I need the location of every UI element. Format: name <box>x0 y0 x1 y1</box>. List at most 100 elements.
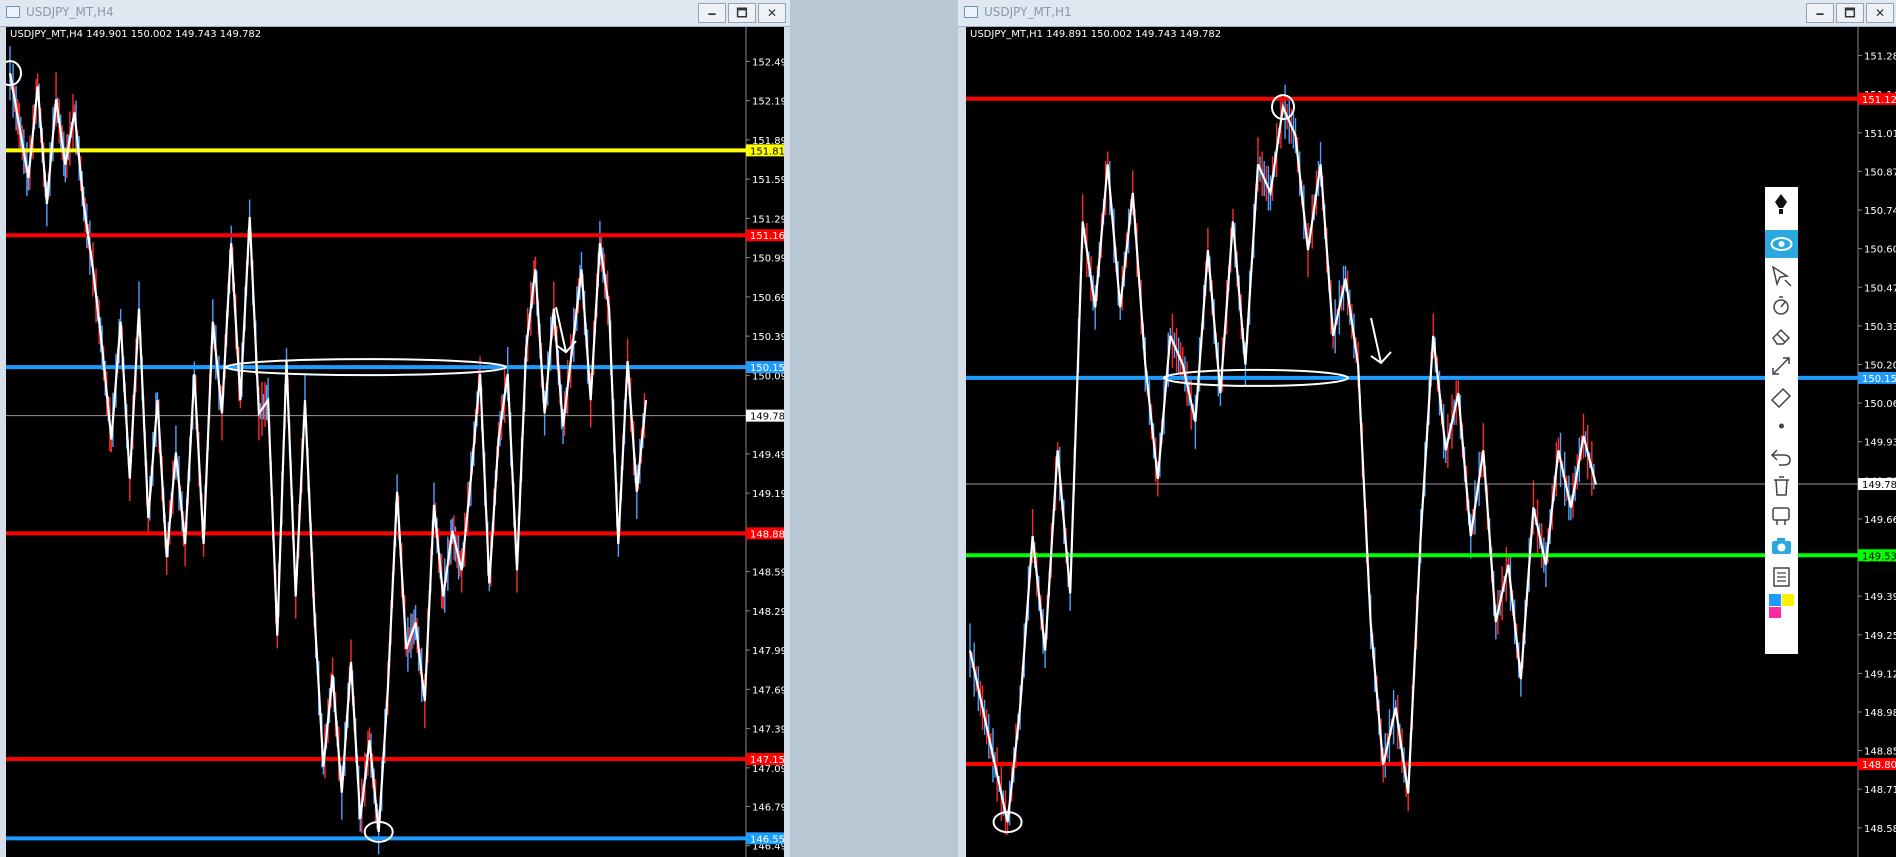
palette-icon <box>1769 594 1794 618</box>
y-tick-label: 149.120 <box>1864 669 1896 680</box>
level-price-label: 148.803 <box>1862 760 1896 771</box>
annotation-arrow <box>555 306 577 354</box>
level-price-label: 151.810 <box>750 146 784 157</box>
y-tick-label: 147.390 <box>752 725 784 736</box>
ruler-icon <box>1770 387 1792 408</box>
maximize-icon: 🗖 <box>1844 6 1856 20</box>
chart-window-h4: USDJPY_MT,H4 🗕 🗖 ✕ 152.490152.190151.890… <box>0 0 790 857</box>
eraser-icon <box>1772 328 1791 345</box>
y-tick-label: 149.190 <box>752 489 784 500</box>
resize-tool-button[interactable] <box>1765 351 1798 379</box>
drawing-toolbar <box>1765 187 1798 654</box>
clipboard-button[interactable] <box>1765 561 1798 589</box>
price-zigzag-line <box>968 103 1598 823</box>
maximize-button[interactable]: 🗖 <box>728 3 756 23</box>
pen-tool-button[interactable] <box>1765 189 1798 217</box>
y-tick-label: 148.985 <box>1864 708 1896 719</box>
y-tick-label: 150.605 <box>1864 245 1896 256</box>
trash-icon <box>1774 476 1789 496</box>
y-tick-label: 152.490 <box>752 57 784 68</box>
close-icon: ✕ <box>766 6 778 20</box>
minimize-button[interactable]: 🗕 <box>1806 3 1834 23</box>
y-tick-label: 150.990 <box>752 254 784 265</box>
level-price-label: 149.533 <box>1862 551 1896 562</box>
y-tick-label: 148.290 <box>752 607 784 618</box>
projector-icon <box>1772 507 1790 525</box>
toggle-visibility-button[interactable] <box>1765 230 1798 258</box>
chart-header-ohlc: USDJPY_MT,H1 149.891 150.002 149.743 149… <box>970 29 1222 40</box>
chart-header-ohlc: USDJPY_MT,H4 149.901 150.002 149.743 149… <box>10 29 262 40</box>
y-tick-label: 150.740 <box>1864 206 1896 217</box>
annotation-arrow <box>1370 317 1392 365</box>
color-palette-button[interactable] <box>1765 591 1798 619</box>
highlighter-tool-button[interactable] <box>1765 381 1798 409</box>
window-title: USDJPY_MT,H4 <box>26 5 114 19</box>
cursor-icon <box>1771 265 1792 287</box>
maximize-button[interactable]: 🗖 <box>1836 3 1864 23</box>
close-icon: ✕ <box>1874 6 1886 20</box>
chart-window-icon <box>6 6 20 18</box>
y-tick-label: 151.590 <box>752 175 784 186</box>
y-tick-label: 150.875 <box>1864 167 1896 178</box>
y-tick-label: 148.850 <box>1864 747 1896 758</box>
window-titlebar[interactable]: USDJPY_MT,H1 🗕 🗖 ✕ <box>958 0 1896 27</box>
price-chart-svg[interactable]: 152.490152.190151.890151.590151.290150.9… <box>6 27 784 857</box>
close-button[interactable]: ✕ <box>1866 3 1894 23</box>
y-tick-label: 152.190 <box>752 97 784 108</box>
y-tick-label: 150.335 <box>1864 322 1896 333</box>
price-chart-svg[interactable]: 151.280151.145151.010150.875150.740150.6… <box>966 27 1896 857</box>
close-button[interactable]: ✕ <box>758 3 786 23</box>
eraser-tool-button[interactable] <box>1765 321 1798 349</box>
y-tick-label: 147.990 <box>752 646 784 657</box>
y-tick-label: 149.390 <box>1864 592 1896 603</box>
window-titlebar[interactable]: USDJPY_MT,H4 🗕 🗖 ✕ <box>0 0 790 27</box>
y-tick-label: 146.795 <box>752 802 784 813</box>
level-price-label: 148.882 <box>750 529 784 540</box>
camera-icon <box>1772 538 1791 554</box>
y-tick-label: 150.390 <box>752 332 784 343</box>
y-tick-label: 149.930 <box>1864 438 1896 449</box>
minimize-button[interactable]: 🗕 <box>698 3 726 23</box>
current-price-label: 149.782 <box>1862 480 1896 491</box>
eye-icon <box>1770 237 1793 251</box>
dot-icon <box>1779 423 1784 429</box>
y-tick-label: 148.590 <box>752 568 784 579</box>
y-tick-label: 150.065 <box>1864 399 1896 410</box>
y-tick-label: 151.290 <box>752 214 784 225</box>
minimize-icon: 🗕 <box>1815 6 1825 20</box>
chart-plot-area[interactable]: 151.280151.145151.010150.875150.740150.6… <box>966 27 1896 857</box>
y-tick-label: 148.580 <box>1864 824 1896 835</box>
y-tick-label: 147.690 <box>752 685 784 696</box>
chart-window-icon <box>964 6 978 18</box>
level-price-label: 151.129 <box>1862 95 1896 106</box>
clipboard-icon <box>1773 567 1790 587</box>
level-price-label: 146.551 <box>750 834 784 845</box>
y-tick-label: 150.690 <box>752 293 784 304</box>
chart-window-h1: USDJPY_MT,H1 🗕 🗖 ✕ 151.280151.145151.010… <box>958 0 1896 857</box>
undo-button[interactable] <box>1765 441 1798 469</box>
y-tick-label: 150.200 <box>1864 360 1896 371</box>
level-price-label: 150.153 <box>750 363 784 374</box>
y-tick-label: 149.660 <box>1864 515 1896 526</box>
dot-size-button[interactable] <box>1765 411 1798 439</box>
minimize-icon: 🗕 <box>707 6 717 20</box>
level-price-label: 150.153 <box>1862 374 1896 385</box>
y-tick-label: 150.470 <box>1864 283 1896 294</box>
y-tick-label: 148.715 <box>1864 785 1896 796</box>
stopwatch-icon <box>1773 296 1789 315</box>
window-title: USDJPY_MT,H1 <box>984 5 1072 19</box>
level-price-label: 151.161 <box>750 231 784 242</box>
chart-plot-area[interactable]: 152.490152.190151.890151.590151.290150.9… <box>6 27 784 857</box>
cursor-tool-button[interactable] <box>1765 261 1798 289</box>
current-price-label: 149.782 <box>750 412 784 423</box>
y-tick-label: 149.490 <box>752 450 784 461</box>
pen-icon <box>1775 194 1787 214</box>
presentation-button[interactable] <box>1765 501 1798 529</box>
y-tick-label: 149.255 <box>1864 631 1896 642</box>
price-zigzag-line <box>8 73 648 833</box>
screenshot-button[interactable] <box>1765 531 1798 559</box>
delete-button[interactable] <box>1765 471 1798 499</box>
level-price-label: 147.157 <box>750 755 784 766</box>
timer-tool-button[interactable] <box>1765 291 1798 319</box>
undo-icon <box>1770 449 1791 466</box>
